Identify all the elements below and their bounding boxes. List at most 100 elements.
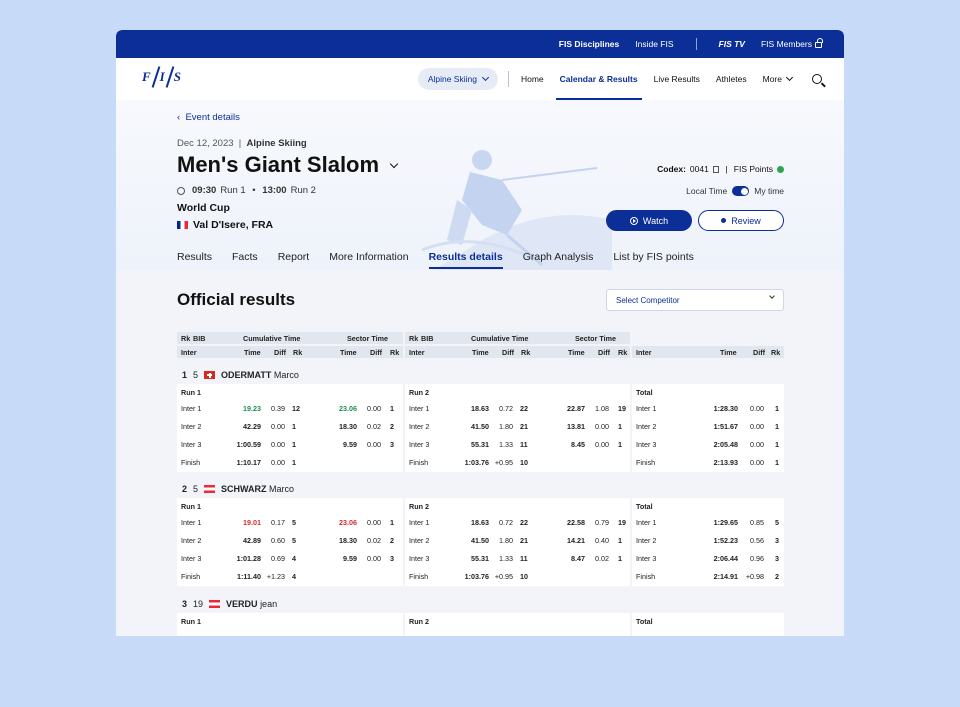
cumulative-rank: 22 — [520, 518, 528, 527]
cumulative-rank: 11 — [520, 440, 528, 449]
total-diff: 0.96 — [750, 554, 764, 563]
cumulative-diff: +1.23 — [266, 572, 285, 581]
tab-results-details[interactable]: Results details — [428, 251, 503, 269]
panel-title: Run 2 — [409, 617, 429, 626]
panel-title: Run 2 — [409, 502, 429, 511]
cumulative-diff: 1.80 — [499, 422, 513, 431]
select-competitor-dropdown[interactable]: Select Competitor — [606, 289, 784, 311]
row-inter: Finish — [409, 572, 429, 581]
tab-results[interactable]: Results — [177, 251, 212, 269]
sector-diff: 0.00 — [367, 518, 381, 527]
cumulative-time: 1:10.17 — [236, 458, 261, 467]
cumulative-diff: +0.95 — [494, 572, 513, 581]
row-inter: Inter 1 — [181, 404, 202, 413]
select-placeholder: Select Competitor — [616, 295, 680, 305]
sector-time: 22.87 — [567, 404, 585, 413]
watch-button[interactable]: Watch — [606, 210, 692, 231]
venue-name: Val D'Isere, FRA — [193, 219, 274, 231]
back-to-event-details[interactable]: ‹ Event details — [177, 112, 240, 123]
header-diff: Diff — [753, 348, 765, 357]
sector-diff: 0.02 — [367, 422, 381, 431]
tab-graph-analysis[interactable]: Graph Analysis — [523, 251, 594, 269]
sector-time: 18.30 — [339, 422, 357, 431]
fis-logo[interactable]: FIS — [142, 66, 182, 88]
header-inter: Inter — [636, 348, 652, 357]
top-utility-bar: FIS Disciplines Inside FIS FIS TV FIS Me… — [116, 30, 844, 58]
fis-tv-logo[interactable]: FIS TV — [719, 39, 745, 49]
cumulative-time: 41.50 — [471, 422, 489, 431]
table-subheader-bg — [405, 346, 630, 358]
sector-rank: 19 — [618, 518, 626, 527]
athlete-firstname: Marco — [273, 370, 299, 380]
event-title: Men's Giant Slalom — [177, 152, 380, 177]
nav-athletes[interactable]: Athletes — [716, 58, 747, 100]
panel-title: Total — [636, 617, 653, 626]
sector-rank: 1 — [618, 422, 622, 431]
fis-points-label: FIS Points — [733, 164, 773, 174]
time-toggle-switch[interactable] — [732, 186, 750, 196]
tab-more-information[interactable]: More Information — [329, 251, 408, 269]
cumulative-time: 55.31 — [471, 554, 489, 563]
header-rk: Rk — [409, 334, 419, 343]
total-time: 1:51.67 — [713, 422, 738, 431]
header-time: Time — [472, 348, 489, 357]
cumulative-rank: 21 — [520, 536, 528, 545]
athlete-row[interactable]: 1 5 ODERMATT Marco — [182, 370, 299, 380]
cumulative-time: 42.29 — [243, 422, 261, 431]
tab-facts[interactable]: Facts — [232, 251, 258, 269]
athlete-rank: 3 — [182, 599, 188, 609]
run1-time: 09:30 — [192, 185, 217, 196]
page-title[interactable]: Men's Giant Slalom — [177, 152, 399, 178]
review-button[interactable]: Review — [698, 210, 784, 231]
nav-calendar-results[interactable]: Calendar & Results — [555, 58, 642, 100]
cumulative-diff: 1.33 — [499, 554, 513, 563]
cumulative-time: 1:01.28 — [236, 554, 261, 563]
cumulative-rank: 22 — [520, 404, 528, 413]
search-icon[interactable] — [812, 74, 822, 84]
cumulative-rank: 12 — [292, 404, 300, 413]
tab-list-by-fis-points[interactable]: List by FIS points — [613, 251, 694, 269]
dot-icon — [721, 218, 727, 223]
athlete-rank: 1 — [182, 370, 188, 380]
nav-live-results[interactable]: Live Results — [654, 58, 700, 100]
results-panel — [405, 613, 630, 636]
sector-rank: 1 — [390, 404, 394, 413]
header-diff: Diff — [274, 348, 286, 357]
header-rk: Rk — [771, 348, 781, 357]
total-rank: 3 — [775, 554, 779, 563]
nav-more[interactable]: More — [763, 58, 794, 100]
cumulative-diff: 0.72 — [499, 518, 513, 527]
athlete-row[interactable]: 3 19 VERDU jean — [182, 599, 277, 609]
row-inter: Inter 2 — [181, 536, 202, 545]
inside-fis-link[interactable]: Inside FIS — [635, 39, 673, 49]
clock-icon — [177, 186, 185, 195]
check-icon — [777, 165, 784, 173]
back-label: Event details — [185, 112, 240, 123]
chevron-down-icon — [481, 73, 489, 82]
row-inter: Inter 1 — [636, 404, 657, 413]
chevron-down-icon — [389, 159, 399, 168]
discipline-selector[interactable]: Alpine Skiing — [417, 68, 498, 90]
athlete-row[interactable]: 2 5 SCHWARZ Marco — [182, 484, 294, 494]
local-time-label: Local Time — [686, 186, 728, 196]
main-nav: FIS Alpine Skiing Home Calendar & Result… — [116, 58, 844, 100]
cumulative-diff: 1.33 — [499, 440, 513, 449]
tab-report[interactable]: Report — [278, 251, 310, 269]
copy-icon[interactable] — [712, 165, 719, 173]
header-rk: Rk — [181, 334, 191, 343]
sector-rank: 3 — [390, 554, 394, 563]
panel-title: Run 1 — [181, 502, 201, 511]
total-time: 1:52.23 — [713, 536, 738, 545]
row-inter: Inter 2 — [636, 536, 657, 545]
sector-rank: 3 — [390, 440, 394, 449]
fis-members-label: FIS Members — [760, 39, 812, 49]
total-time: 1:29.65 — [713, 518, 738, 527]
sector-time: 14.21 — [567, 536, 585, 545]
nav-home[interactable]: Home — [521, 58, 544, 100]
panel-title: Run 1 — [181, 617, 201, 626]
time-toggle: Local Time My time — [686, 186, 784, 196]
fis-disciplines-link[interactable]: FIS Disciplines — [559, 39, 619, 49]
fis-members-link[interactable]: FIS Members — [760, 38, 823, 49]
total-rank: 5 — [775, 518, 779, 527]
cumulative-rank: 11 — [520, 554, 528, 563]
